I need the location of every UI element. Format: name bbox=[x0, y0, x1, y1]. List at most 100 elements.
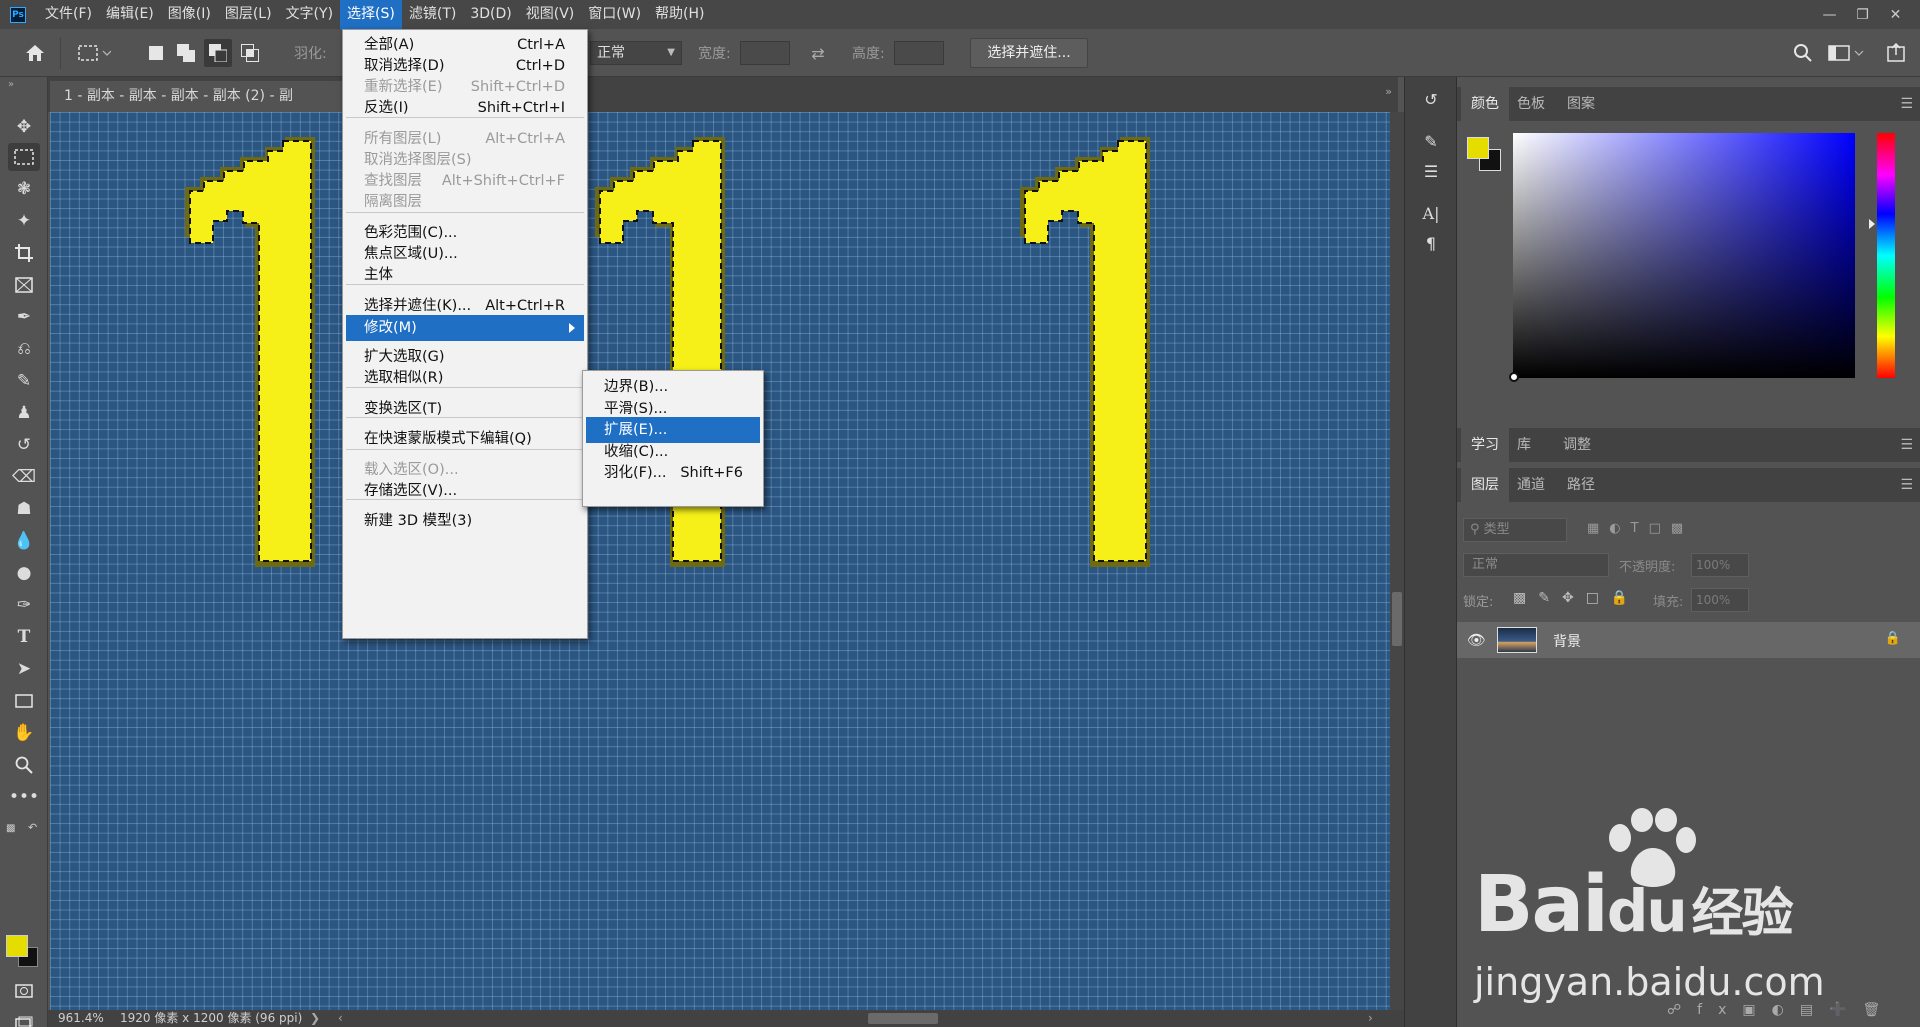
character-panel-icon[interactable]: A| bbox=[1415, 199, 1447, 227]
document-tab[interactable]: 1 - 副本 - 副本 - 副本 - 副本 (2) - 副 bbox=[50, 81, 350, 112]
restore-icon[interactable]: ❐ bbox=[1846, 4, 1879, 26]
frame-tool-icon[interactable] bbox=[8, 271, 40, 299]
workspace-icon[interactable] bbox=[1826, 41, 1866, 65]
more-tools-icon[interactable]: ••• bbox=[8, 783, 40, 811]
hue-slider[interactable] bbox=[1877, 133, 1895, 378]
collapse-toolbar-icon[interactable]: » bbox=[8, 79, 14, 90]
add-to-selection-icon[interactable] bbox=[174, 41, 198, 65]
select-menu-item-19[interactable]: 新建 3D 模型(3) bbox=[343, 508, 587, 534]
share-icon[interactable] bbox=[1884, 41, 1910, 65]
vertical-scrollbar[interactable] bbox=[1390, 112, 1404, 1010]
scroll-left-icon[interactable]: ‹ bbox=[338, 1010, 343, 1027]
select-menu-item-7[interactable]: 隔离图层 bbox=[343, 189, 587, 215]
menu-10[interactable]: 帮助(H) bbox=[648, 0, 711, 29]
layer-name[interactable]: 背景 bbox=[1553, 631, 1581, 651]
menu-7[interactable]: 3D(D) bbox=[463, 0, 518, 29]
close-icon[interactable]: ✕ bbox=[1879, 4, 1912, 26]
rectangle-tool-icon[interactable] bbox=[8, 687, 40, 715]
blend-mode-select[interactable]: 正常 bbox=[1463, 553, 1609, 577]
subtract-from-selection-icon[interactable] bbox=[204, 39, 232, 67]
properties-icon[interactable]: ☰ bbox=[1415, 157, 1447, 185]
select-menu-item-18[interactable]: 存储选区(V)... bbox=[343, 478, 587, 504]
menu-4[interactable]: 文字(Y) bbox=[279, 0, 340, 29]
menu-9[interactable]: 窗口(W) bbox=[581, 0, 648, 29]
tab-paths[interactable]: 路径 bbox=[1557, 468, 1605, 502]
tab-swatches[interactable]: 色板 bbox=[1507, 87, 1555, 121]
magic-wand-tool-icon[interactable]: ✦ bbox=[8, 207, 40, 235]
tab-layers[interactable]: 图层 bbox=[1461, 468, 1509, 502]
vertical-scroll-thumb[interactable] bbox=[1392, 592, 1402, 646]
zoom-level[interactable]: 961.4% bbox=[58, 1010, 104, 1027]
document-canvas[interactable] bbox=[50, 112, 1390, 1010]
tab-learn[interactable]: 学习 bbox=[1461, 428, 1509, 462]
layer-filter-icons[interactable]: ▦◐T□▩ bbox=[1587, 521, 1693, 536]
crop-tool-icon[interactable] bbox=[8, 239, 40, 267]
width-input[interactable] bbox=[740, 41, 790, 65]
new-selection-icon[interactable] bbox=[144, 41, 168, 65]
swap-width-height-icon[interactable]: ⇄ bbox=[806, 41, 830, 65]
menu-1[interactable]: 编辑(E) bbox=[99, 0, 161, 29]
intersect-selection-icon[interactable] bbox=[238, 41, 262, 65]
menu-6[interactable]: 滤镜(T) bbox=[402, 0, 463, 29]
select-menu-item-15[interactable]: 变换选区(T) bbox=[343, 396, 587, 422]
blur-tool-icon[interactable]: 💧 bbox=[8, 527, 40, 555]
history-panel-icon[interactable]: ↺ bbox=[1415, 85, 1447, 113]
select-menu-item-12[interactable]: 修改(M) bbox=[346, 315, 584, 341]
select-menu-item-10[interactable]: 主体 bbox=[343, 262, 587, 288]
move-tool-icon[interactable]: ✥ bbox=[8, 113, 40, 141]
paint-bucket-tool-icon[interactable]: ☗ bbox=[8, 495, 40, 523]
clone-stamp-tool-icon[interactable]: ♟ bbox=[8, 399, 40, 427]
eraser-tool-icon[interactable]: ⌫ bbox=[8, 463, 40, 491]
status-arrow-icon[interactable]: ❯ bbox=[310, 1010, 320, 1027]
hand-tool-icon[interactable]: ✋ bbox=[8, 719, 40, 747]
rect-marquee-preset-icon[interactable] bbox=[74, 41, 114, 65]
layer-filter-select[interactable]: ⚲ 类型 bbox=[1463, 518, 1567, 542]
panel-menu-icon[interactable]: ☰ bbox=[1900, 96, 1913, 112]
eyedropper-tool-icon[interactable]: ✒ bbox=[8, 303, 40, 331]
panel-fg-color[interactable] bbox=[1467, 137, 1489, 159]
panel-menu-icon[interactable]: ☰ bbox=[1900, 477, 1913, 493]
search-icon[interactable] bbox=[1790, 41, 1816, 65]
horizontal-scroll-thumb[interactable] bbox=[868, 1013, 938, 1024]
visibility-eye-icon[interactable]: 👁 bbox=[1467, 631, 1486, 649]
menu-5[interactable]: 选择(S) bbox=[340, 0, 402, 29]
select-menu-item-16[interactable]: 在快速蒙版模式下编辑(Q) bbox=[343, 426, 587, 452]
height-input[interactable] bbox=[894, 41, 944, 65]
brush-tool-icon[interactable]: ✎ bbox=[8, 367, 40, 395]
layer-row-background[interactable]: 👁 背景 🔒 bbox=[1457, 622, 1920, 658]
tab-libraries[interactable]: 库 bbox=[1507, 428, 1541, 462]
color-picker-field[interactable] bbox=[1509, 133, 1855, 382]
panel-menu-icon[interactable]: ☰ bbox=[1900, 437, 1913, 453]
path-selection-tool-icon[interactable]: ➤ bbox=[8, 655, 40, 683]
type-tool-icon[interactable]: T bbox=[8, 623, 40, 651]
menu-3[interactable]: 图层(L) bbox=[218, 0, 279, 29]
style-select[interactable]: 正常 ▼ bbox=[590, 41, 682, 65]
tab-channels[interactable]: 通道 bbox=[1507, 468, 1555, 502]
modify-submenu-item-4[interactable]: 羽化(F)... Shift+F6 bbox=[583, 460, 763, 486]
tab-patterns[interactable]: 图案 bbox=[1557, 87, 1605, 121]
rect-marquee-tool-icon[interactable] bbox=[8, 143, 40, 171]
default-colors-icon[interactable]: ▩ bbox=[6, 823, 15, 834]
history-brush-tool-icon[interactable]: ↺ bbox=[8, 431, 40, 459]
color-picker-cursor[interactable] bbox=[1509, 372, 1519, 382]
pen-tool-icon[interactable]: ✑ bbox=[8, 591, 40, 619]
foreground-color-swatch[interactable] bbox=[6, 935, 28, 957]
menu-8[interactable]: 视图(V) bbox=[519, 0, 582, 29]
paragraph-panel-icon[interactable]: ¶ bbox=[1415, 229, 1447, 257]
select-menu-item-14[interactable]: 选取相似(R) bbox=[343, 365, 587, 391]
hue-slider-handle[interactable] bbox=[1869, 219, 1875, 229]
tab-color[interactable]: 颜色 bbox=[1461, 87, 1509, 121]
select-menu-item-3[interactable]: 反选(I) Shift+Ctrl+I bbox=[343, 95, 587, 121]
healing-brush-tool-icon[interactable]: ⎌ bbox=[8, 335, 40, 363]
dodge-tool-icon[interactable]: ● bbox=[8, 559, 40, 587]
lasso-tool-icon[interactable]: ❃ bbox=[8, 175, 40, 203]
tabs-overflow-icon[interactable]: » bbox=[1385, 85, 1392, 98]
menu-0[interactable]: 文件(F) bbox=[38, 0, 99, 29]
scroll-right-icon[interactable]: › bbox=[1368, 1010, 1373, 1027]
minimize-icon[interactable]: — bbox=[1813, 4, 1846, 26]
opacity-input[interactable]: 100% bbox=[1691, 553, 1749, 577]
swap-colors-icon[interactable]: ↶ bbox=[28, 821, 37, 834]
tab-adjustments[interactable]: 调整 bbox=[1553, 428, 1601, 462]
quick-mask-icon[interactable] bbox=[8, 977, 40, 1005]
zoom-tool-icon[interactable] bbox=[8, 751, 40, 779]
